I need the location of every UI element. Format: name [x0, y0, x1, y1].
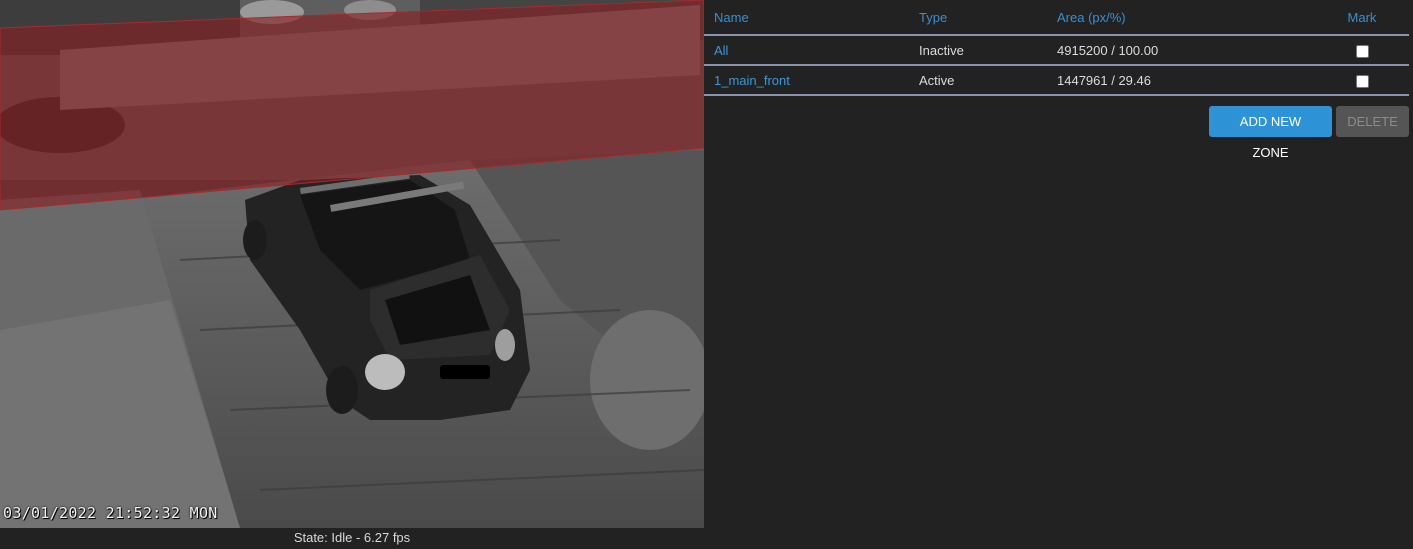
zone-name-link[interactable]: 1_main_front: [704, 65, 909, 96]
zones-panel: Name Type Area (px/%) Mark All Inactive …: [704, 0, 1413, 96]
mark-checkbox[interactable]: [1355, 44, 1369, 58]
add-new-zone-button[interactable]: ADD NEW ZONE: [1209, 106, 1332, 160]
mark-cell: [1315, 65, 1409, 96]
table-row: 1_main_front Active 1447961 / 29.46: [704, 65, 1409, 96]
camera-timestamp: 03/01/2022 21:52:32 MON: [3, 504, 218, 522]
header-mark[interactable]: Mark: [1315, 0, 1409, 36]
zone-type: Inactive: [909, 35, 1047, 66]
zone-name-link[interactable]: All: [704, 35, 909, 66]
header-name[interactable]: Name: [704, 0, 909, 36]
zone-area: 4915200 / 100.00: [1047, 35, 1315, 66]
header-type[interactable]: Type: [909, 0, 1047, 36]
mark-cell: [1315, 35, 1409, 66]
zones-table: Name Type Area (px/%) Mark All Inactive …: [704, 0, 1409, 96]
mark-checkbox[interactable]: [1355, 74, 1369, 88]
delete-button[interactable]: DELETE: [1336, 106, 1409, 137]
zone-area: 1447961 / 29.46: [1047, 65, 1315, 96]
camera-image: [0, 0, 704, 528]
zone-type: Active: [909, 65, 1047, 96]
camera-state-text: State: Idle - 6.27 fps: [293, 530, 411, 545]
table-header-row: Name Type Area (px/%) Mark: [704, 0, 1409, 36]
header-area[interactable]: Area (px/%): [1047, 0, 1315, 36]
camera-feed[interactable]: 03/01/2022 21:52:32 MON: [0, 0, 704, 528]
table-row: All Inactive 4915200 / 100.00: [704, 35, 1409, 66]
zone-actions: ADD NEW ZONE DELETE: [1209, 106, 1409, 160]
zones-page: 03/01/2022 21:52:32 MON State: Idle - 6.…: [0, 0, 1413, 549]
